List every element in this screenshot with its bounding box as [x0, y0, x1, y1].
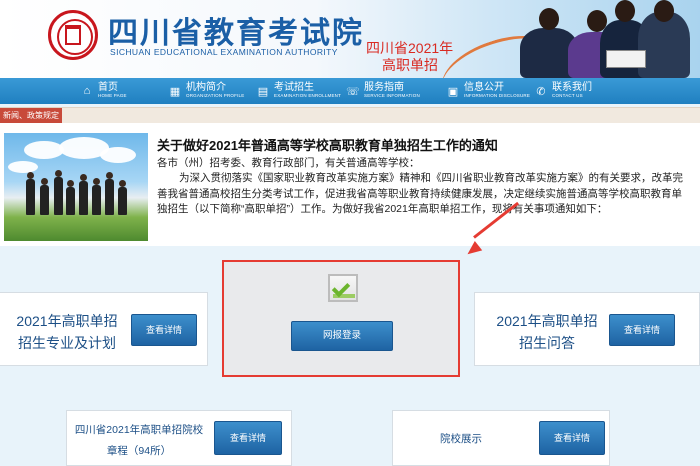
nav-item-info[interactable]: ▣ 信息公开 INFORMATION DISCLOSURE	[446, 78, 530, 104]
nav-label: 联系我们	[552, 82, 592, 94]
nav-label-en: HOME PAGE	[98, 93, 127, 99]
exam-icon: ▤	[257, 85, 269, 98]
nav-label: 机构简介	[186, 82, 226, 94]
nav-item-organization[interactable]: ▦ 机构简介 ORGANIZATION PROFILE	[168, 78, 244, 104]
schools-charter-card: 四川省2021年高职单招院校 章程（94所） 查看详情	[66, 410, 292, 466]
nav-label: 服务指南	[364, 82, 404, 94]
school-showcase-card: 院校展示 查看详情	[392, 410, 610, 466]
faq-details-button[interactable]: 查看详情	[609, 314, 675, 346]
home-icon: ⌂	[83, 85, 91, 97]
faq-card-line2: 招生问答	[519, 335, 575, 351]
news-title[interactable]: 关于做好2021年普通高等学校高职教育单独招生工作的通知	[157, 135, 498, 154]
news-panel: 关于做好2021年普通高等学校高职教育单独招生工作的通知 各市（州）招考委、教育…	[0, 123, 700, 246]
nav-label: 考试招生	[274, 82, 314, 94]
logo-seal-icon[interactable]	[48, 10, 98, 60]
nav-label-en: INFORMATION DISCLOSURE	[464, 93, 531, 99]
nav-item-service[interactable]: ☏ 服务指南 SERVICE INFORMATION	[346, 78, 420, 104]
site-name[interactable]: 四川省教育考试院	[108, 8, 364, 52]
nav-label: 信息公开	[464, 82, 504, 94]
news-salutation: 各市（州）招考委、教育行政部门，有关普通高等学校：	[157, 157, 420, 169]
schools-details-button[interactable]: 查看详情	[214, 421, 282, 455]
nav-item-home[interactable]: ⌂ 首页 HOME PAGE	[80, 78, 127, 104]
breadcrumb-tab[interactable]: 新闻、政策规定	[0, 108, 62, 124]
nav-label-en: ORGANIZATION PROFILE	[186, 93, 245, 99]
online-login-button[interactable]: 网报登录	[291, 321, 393, 351]
site-name-en: SICHUAN EDUCATIONAL EXAMINATION AUTHORIT…	[110, 47, 338, 57]
banner-title-line2: 高职单招	[382, 57, 438, 73]
nav-item-exam[interactable]: ▤ 考试招生 EXAMINATION ENROLLMENT	[256, 78, 341, 104]
online-login-card: 网报登录	[222, 260, 460, 377]
checkbox-icon	[328, 274, 358, 302]
nav-label: 首页	[98, 82, 118, 94]
contact-icon: ✆	[536, 85, 546, 98]
nav-label-en: EXAMINATION ENROLLMENT	[274, 93, 342, 99]
info-icon: ▣	[447, 85, 459, 98]
banner-people-image	[520, 0, 700, 78]
graduation-photo[interactable]	[4, 133, 148, 241]
news-body: 各市（州）招考委、教育行政部门，有关普通高等学校： 为深入贯彻落实《国家职业教育…	[157, 156, 692, 217]
schools-card-line2: 章程（94所）	[106, 445, 172, 457]
faq-card-line1: 2021年高职单招	[496, 313, 598, 329]
news-paragraph: 为深入贯彻落实《国家职业教育改革实施方案》精神和《四川省职业教育改革实施方案》的…	[157, 172, 684, 215]
showcase-details-button[interactable]: 查看详情	[539, 421, 605, 455]
breadcrumb: 新闻、政策规定	[0, 107, 700, 124]
nav-label-en: CONTACT US	[552, 93, 583, 99]
majors-plan-card: 2021年高职单招 招生专业及计划 查看详情	[0, 292, 208, 366]
majors-card-line2: 招生专业及计划	[18, 335, 116, 351]
showcase-card-label: 院校展示	[440, 433, 482, 445]
main-nav: ⌂ 首页 HOME PAGE ▦ 机构简介 ORGANIZATION PROFILE…	[0, 78, 700, 104]
majors-card-line1: 2021年高职单招	[16, 313, 118, 329]
site-header: 四川省教育考试院 SICHUAN EDUCATIONAL EXAMINATION…	[0, 0, 700, 78]
faq-card: 2021年高职单招 招生问答 查看详情	[474, 292, 700, 366]
nav-item-contact[interactable]: ✆ 联系我们 CONTACT US	[534, 78, 592, 104]
service-icon: ☏	[346, 85, 360, 98]
schools-card-line1: 四川省2021年高职单招院校	[74, 424, 204, 436]
majors-details-button[interactable]: 查看详情	[131, 314, 197, 346]
nav-label-en: SERVICE INFORMATION	[364, 93, 420, 99]
org-icon: ▦	[169, 85, 181, 98]
